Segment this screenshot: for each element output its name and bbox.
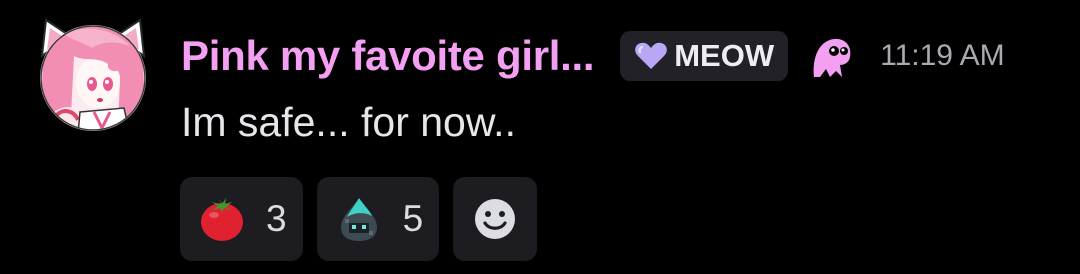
message-timestamp[interactable]: 11:19 AM (880, 28, 1005, 84)
reaction-slime-droplet[interactable]: 5 (316, 177, 440, 261)
reaction-bar: 3 5 (180, 177, 538, 261)
reaction-tomato[interactable]: 3 (180, 177, 303, 261)
purple-heart-icon (635, 42, 668, 69)
pink-ghost-mascot-icon (813, 38, 851, 77)
role-tag-label: MEOW (674, 38, 775, 73)
role-tag[interactable]: MEOW (620, 31, 789, 81)
avatar[interactable] (34, 16, 152, 134)
reaction-count: 5 (402, 198, 424, 239)
teal-slime-droplet-icon (340, 198, 377, 241)
add-reaction-button[interactable] (453, 177, 538, 261)
chat-message: Pink my favoite girl... MEOW 11:19 AM Im… (0, 0, 1080, 274)
message-header: Pink my favoite girl... MEOW 11:19 AM (181, 28, 1005, 84)
author-username[interactable]: Pink my favoite girl... (181, 28, 595, 84)
message-content: Im safe... for now.. (181, 99, 516, 145)
tomato-icon (201, 198, 243, 241)
smiley-add-reaction-icon (475, 199, 516, 239)
reaction-count: 3 (266, 198, 287, 239)
